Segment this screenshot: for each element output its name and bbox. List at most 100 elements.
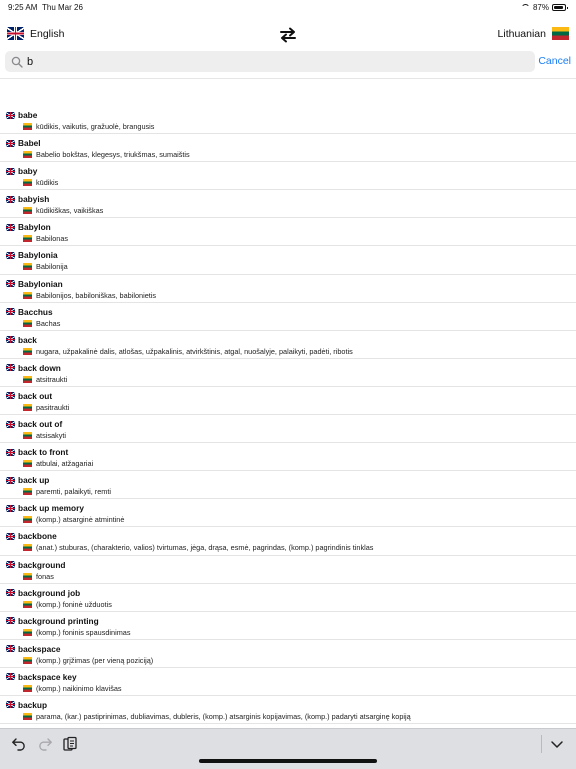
entry-term: back to front bbox=[18, 447, 69, 458]
battery-percent: 87% bbox=[532, 3, 549, 12]
lithuania-flag-icon bbox=[23, 460, 32, 468]
lithuania-flag-icon bbox=[23, 291, 32, 299]
list-item[interactable]: backup parama, (kar.) pastiprinimas, dub… bbox=[0, 696, 576, 725]
entry-term: back up bbox=[18, 475, 50, 486]
entry-term: back bbox=[18, 334, 37, 345]
entry-translation: parama, (kar.) pastiprinimas, dubliavima… bbox=[36, 711, 411, 721]
uk-flag-icon bbox=[6, 701, 15, 709]
list-item[interactable]: back out pasitraukti bbox=[0, 387, 576, 416]
list-item[interactable]: background printing (komp.) foninis spau… bbox=[0, 612, 576, 640]
uk-flag-icon bbox=[6, 617, 15, 625]
uk-flag-icon bbox=[6, 336, 15, 344]
entry-term: baby bbox=[18, 166, 38, 177]
entry-term: background job bbox=[18, 587, 81, 598]
uk-flag-icon bbox=[6, 448, 15, 456]
uk-flag-icon bbox=[6, 420, 15, 428]
entry-translation: atbulai, atžagariai bbox=[36, 459, 94, 469]
entry-term: babe bbox=[18, 110, 38, 120]
search-row: Cancel bbox=[0, 50, 576, 74]
list-item[interactable]: backspace key (komp.) naikinimo klavišas bbox=[0, 668, 576, 696]
list-item[interactable]: background fonas bbox=[0, 556, 576, 584]
entry-translation: Bachas bbox=[36, 318, 61, 328]
list-item[interactable]: baby kūdikis bbox=[0, 162, 576, 191]
lithuania-flag-icon bbox=[23, 403, 32, 411]
uk-flag-icon bbox=[6, 561, 15, 568]
results-list[interactable]: babe kūdikis, vaikutis, gražuolė, brangu… bbox=[0, 106, 576, 725]
source-language-label: English bbox=[30, 27, 65, 40]
uk-flag-icon bbox=[6, 476, 15, 484]
entry-translation: (komp.) foninė užduotis bbox=[36, 599, 112, 609]
entry-term: back up memory bbox=[18, 503, 84, 514]
list-item[interactable]: backbone (anat.) stuburas, (charakterio,… bbox=[0, 527, 576, 556]
lithuania-flag-icon bbox=[23, 628, 32, 636]
target-language-button[interactable]: Lithuanian bbox=[498, 27, 569, 40]
entry-translation: Babilonijos, babiloniškas, babilonietis bbox=[36, 290, 157, 300]
lithuania-flag-icon bbox=[23, 656, 32, 664]
uk-flag-icon bbox=[6, 504, 15, 512]
entry-translation: kūdikis bbox=[36, 178, 59, 188]
status-right: 87% bbox=[520, 3, 568, 12]
search-input[interactable] bbox=[27, 55, 507, 68]
uk-flag-icon bbox=[6, 308, 15, 316]
source-language-button[interactable]: English bbox=[7, 27, 64, 40]
entry-translation: kūdikis, vaikutis, gražuolė, brangusis bbox=[36, 122, 155, 131]
uk-flag-icon bbox=[6, 251, 15, 259]
lithuania-flag-icon bbox=[552, 27, 569, 40]
entry-translation: (komp.) naikinimo klavišas bbox=[36, 683, 122, 693]
entry-term: background bbox=[18, 559, 66, 570]
lithuania-flag-icon bbox=[23, 572, 32, 580]
lithuania-flag-icon bbox=[23, 263, 32, 271]
list-item[interactable]: back up paremti, palaikyti, remti bbox=[0, 471, 576, 500]
list-item[interactable]: Bacchus Bachas bbox=[0, 303, 576, 331]
status-date: Thu Mar 26 bbox=[42, 3, 83, 12]
list-item[interactable]: background job (komp.) foninė užduotis bbox=[0, 584, 576, 612]
uk-flag-icon bbox=[6, 645, 15, 653]
lithuania-flag-icon bbox=[23, 600, 32, 608]
list-item[interactable]: backspace (komp.) grįžimas (per vieną po… bbox=[0, 640, 576, 668]
lithuania-flag-icon bbox=[23, 235, 32, 243]
lithuania-flag-icon bbox=[23, 347, 32, 355]
uk-flag-icon bbox=[6, 195, 15, 203]
cancel-button[interactable]: Cancel bbox=[538, 55, 571, 67]
wifi-icon bbox=[520, 4, 530, 11]
lithuania-flag-icon bbox=[23, 207, 32, 215]
search-box[interactable] bbox=[5, 51, 535, 72]
magnifier-icon bbox=[11, 56, 23, 68]
entry-translation: (komp.) foninis spausdinimas bbox=[36, 627, 131, 637]
status-bar: 9:25 AM Thu Mar 26 87% bbox=[0, 0, 576, 16]
uk-flag-icon bbox=[6, 223, 15, 231]
entry-translation: atsitraukti bbox=[36, 374, 68, 384]
list-item[interactable]: babe kūdikis, vaikutis, gražuolė, brangu… bbox=[0, 106, 576, 135]
entry-translation: atsisakyti bbox=[36, 431, 67, 441]
list-item[interactable]: babyish kūdikiškas, vaikiškas bbox=[0, 190, 576, 219]
entry-translation: fonas bbox=[36, 571, 54, 581]
list-item[interactable]: Babel Babelio bokštas, klegesys, triukšm… bbox=[0, 134, 576, 163]
list-item[interactable]: back out of atsisakyti bbox=[0, 415, 576, 444]
chevron-down-icon[interactable] bbox=[549, 736, 565, 752]
entry-translation: Babilonas bbox=[36, 234, 69, 244]
lithuania-flag-icon bbox=[23, 375, 32, 383]
list-item[interactable]: Babylonian Babilonijos, babiloniškas, ba… bbox=[0, 275, 576, 303]
entry-translation: paremti, palaikyti, remti bbox=[36, 487, 112, 497]
entry-term: backspace bbox=[18, 643, 61, 654]
list-item[interactable]: back up memory (komp.) atsarginė atminti… bbox=[0, 499, 576, 528]
entry-term: back out of bbox=[18, 419, 63, 430]
undo-icon[interactable] bbox=[11, 736, 27, 752]
list-item[interactable]: back down atsitraukti bbox=[0, 359, 576, 387]
entry-term: backup bbox=[18, 699, 48, 710]
lithuania-flag-icon bbox=[23, 488, 32, 496]
list-item[interactable]: Babylonia Babilonija bbox=[0, 246, 576, 275]
redo-icon[interactable] bbox=[37, 736, 53, 752]
entry-term: Babel bbox=[18, 138, 41, 149]
home-indicator[interactable] bbox=[199, 759, 377, 763]
entry-translation: nugara, užpakalinė dalis, atlošas, užpak… bbox=[36, 346, 353, 356]
list-item[interactable]: Babylon Babilonas bbox=[0, 218, 576, 247]
swap-arrows-icon[interactable] bbox=[279, 27, 297, 43]
paste-icon[interactable] bbox=[62, 736, 78, 752]
entry-term: backspace key bbox=[18, 671, 77, 682]
uk-flag-icon bbox=[7, 27, 24, 40]
list-item[interactable]: back nugara, užpakalinė dalis, atlošas, … bbox=[0, 331, 576, 359]
list-item[interactable]: back to front atbulai, atžagariai bbox=[0, 443, 576, 472]
status-time: 9:25 AM bbox=[8, 3, 38, 12]
uk-flag-icon bbox=[6, 392, 15, 400]
